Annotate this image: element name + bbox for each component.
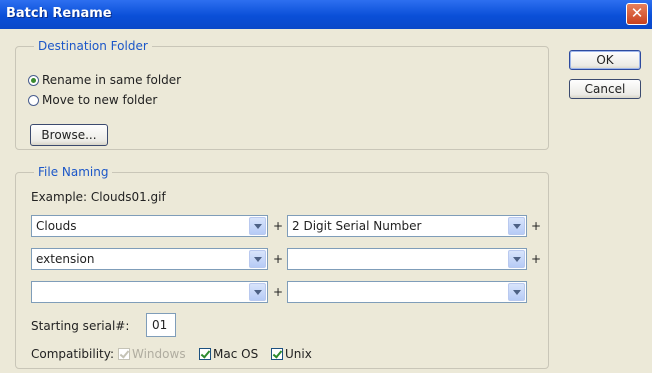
destination-folder-legend: Destination Folder: [34, 39, 152, 53]
plus-sign: +: [273, 252, 284, 266]
chevron-down-icon[interactable]: [508, 250, 525, 268]
move-new-folder-option[interactable]: Move to new folder: [28, 93, 157, 107]
compatibility-label: Compatibility:: [31, 347, 115, 361]
chevron-down-icon[interactable]: [508, 217, 525, 235]
macos-compat-option[interactable]: Mac OS: [199, 347, 258, 361]
plus-sign: +: [273, 219, 284, 233]
chevron-down-icon[interactable]: [508, 283, 525, 301]
unix-label: Unix: [285, 347, 312, 361]
naming-example: Example: Clouds01.gif: [31, 190, 166, 204]
rename-same-folder-option[interactable]: Rename in same folder: [28, 73, 181, 87]
file-naming-legend: File Naming: [34, 165, 113, 179]
naming-field-3[interactable]: extension: [31, 248, 268, 270]
naming-field-2-value: 2 Digit Serial Number: [292, 219, 422, 233]
windows-label: Windows: [132, 347, 186, 361]
chevron-down-icon[interactable]: [249, 217, 266, 235]
starting-serial-label: Starting serial#:: [31, 319, 130, 333]
naming-field-4[interactable]: [287, 248, 527, 270]
plus-sign: +: [531, 219, 542, 233]
windows-checkbox: [118, 348, 130, 360]
starting-serial-value: 01: [152, 318, 168, 332]
macos-checkbox[interactable]: [199, 348, 211, 360]
naming-field-1-value: Clouds: [36, 219, 77, 233]
close-icon[interactable]: ✕: [626, 3, 648, 25]
plus-sign: +: [531, 252, 542, 266]
ok-button[interactable]: OK: [569, 50, 641, 70]
windows-compat-option: Windows: [118, 347, 186, 361]
cancel-button[interactable]: Cancel: [569, 79, 641, 99]
rename-same-folder-label: Rename in same folder: [42, 73, 182, 87]
move-new-folder-label: Move to new folder: [42, 93, 158, 107]
naming-field-1[interactable]: Clouds: [31, 215, 268, 237]
naming-field-6[interactable]: [287, 281, 527, 303]
unix-compat-option[interactable]: Unix: [271, 347, 312, 361]
chevron-down-icon[interactable]: [249, 250, 266, 268]
plus-sign: +: [273, 285, 284, 299]
title-bar: Batch Rename ✕: [0, 0, 652, 29]
rename-same-folder-radio[interactable]: [28, 74, 39, 86]
unix-checkbox[interactable]: [271, 348, 283, 360]
chevron-down-icon[interactable]: [249, 283, 266, 301]
browse-button[interactable]: Browse...: [30, 124, 108, 146]
naming-field-3-value: extension: [36, 252, 95, 266]
window-title: Batch Rename: [6, 6, 112, 21]
naming-field-2[interactable]: 2 Digit Serial Number: [287, 215, 527, 237]
macos-label: Mac OS: [213, 347, 259, 361]
starting-serial-input[interactable]: 01: [146, 313, 176, 337]
move-new-folder-radio[interactable]: [28, 94, 39, 106]
dialog-body: Destination Folder Rename in same folder…: [0, 29, 652, 373]
naming-field-5[interactable]: [31, 281, 268, 303]
